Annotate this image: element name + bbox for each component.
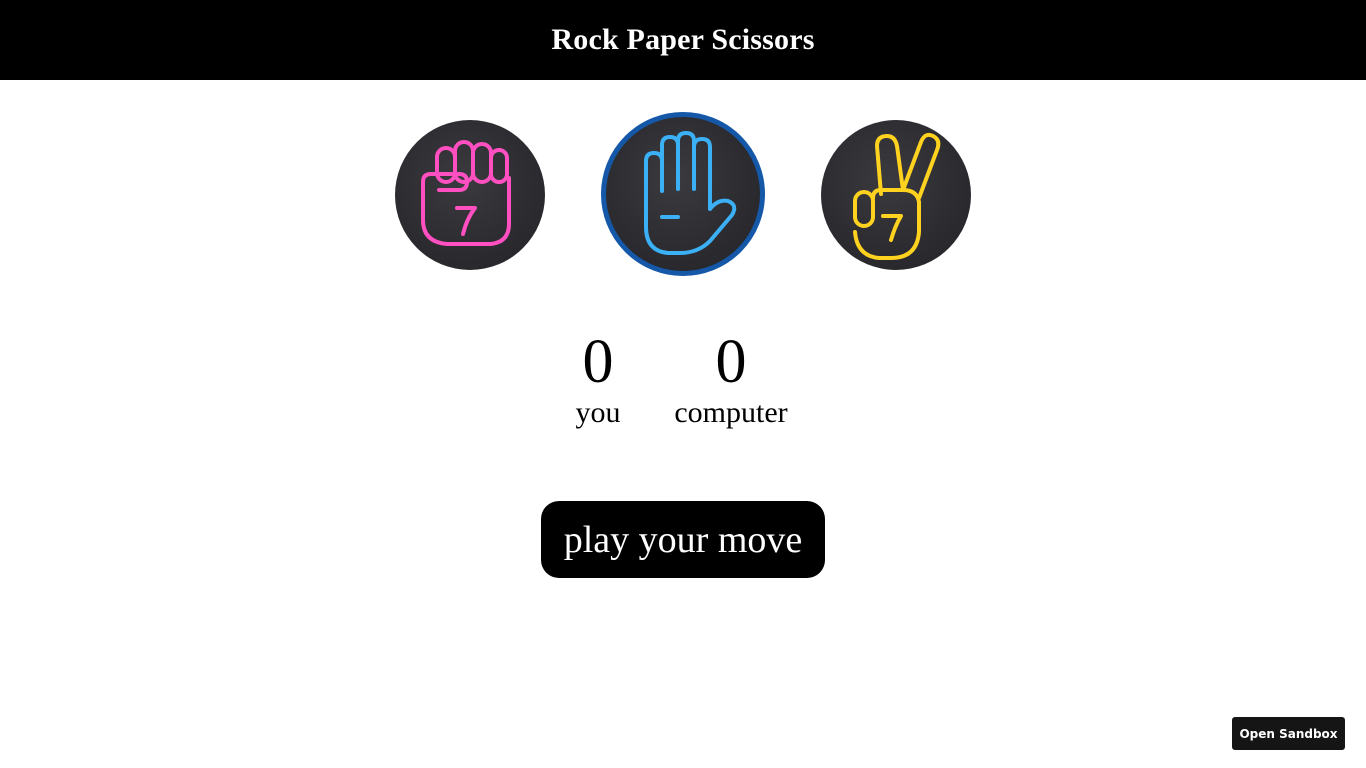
scissors-choice-button[interactable]	[821, 120, 971, 270]
computer-score-label: computer	[674, 396, 788, 429]
your-score-value: 0	[582, 328, 614, 396]
your-score-label: you	[575, 396, 621, 429]
fist-icon	[421, 140, 511, 246]
header-bar: Rock Paper Scissors	[0, 0, 1366, 80]
peace-sign-icon	[853, 132, 941, 260]
computer-score: 0 computer	[661, 330, 801, 428]
open-sandbox-button[interactable]: Open Sandbox	[1232, 717, 1345, 750]
open-hand-icon	[644, 131, 737, 255]
rock-choice-button[interactable]	[395, 120, 545, 270]
paper-choice-button[interactable]	[601, 112, 765, 276]
page-title: Rock Paper Scissors	[551, 23, 815, 56]
computer-score-value: 0	[715, 328, 747, 396]
play-your-move-button[interactable]: play your move	[541, 501, 825, 578]
your-score: 0 you	[548, 330, 648, 428]
